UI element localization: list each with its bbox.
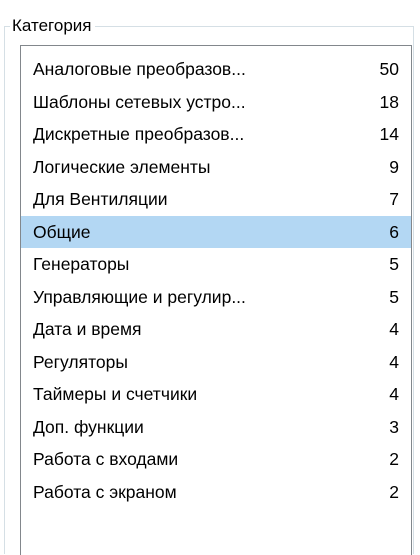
list-item-name: Шаблоны сетевых устро... bbox=[33, 91, 246, 112]
list-item-name: Логические элементы bbox=[33, 156, 211, 177]
list-item-count: 6 bbox=[389, 221, 399, 242]
list-item-input-handling[interactable]: Работа с входами 2 bbox=[21, 443, 411, 476]
list-item-count: 7 bbox=[389, 189, 399, 209]
list-item-name: Таймеры и счетчики bbox=[33, 384, 198, 404]
list-item-count: 9 bbox=[389, 156, 399, 177]
category-list: Аналоговые преобразов... 50 Шаблоны сете… bbox=[21, 53, 411, 508]
list-item-logic-elements[interactable]: Логические элементы 9 bbox=[21, 151, 411, 184]
list-item-name: Регуляторы bbox=[33, 351, 128, 372]
list-item-name: Для Вентиляции bbox=[33, 189, 168, 209]
list-item-generators[interactable]: Генераторы 5 bbox=[21, 248, 411, 281]
list-item-name: Работа с экраном bbox=[33, 481, 177, 502]
list-item-count: 50 bbox=[379, 59, 399, 79]
list-item-count: 5 bbox=[389, 254, 399, 274]
list-item-count: 4 bbox=[389, 319, 399, 339]
list-item-count: 2 bbox=[389, 449, 399, 469]
list-item-timers-and-counters[interactable]: Таймеры и счетчики 4 bbox=[21, 378, 411, 411]
list-item-count: 18 bbox=[379, 91, 399, 112]
list-item-count: 2 bbox=[389, 481, 399, 502]
list-item-name: Управляющие и регулир... bbox=[33, 286, 246, 307]
list-item-count: 14 bbox=[379, 124, 399, 144]
list-item-count: 3 bbox=[389, 416, 399, 437]
list-item-name: Аналоговые преобразов... bbox=[33, 59, 246, 79]
list-item-analog-converters[interactable]: Аналоговые преобразов... 50 bbox=[21, 53, 411, 86]
list-item-ventilation[interactable]: Для Вентиляции 7 bbox=[21, 183, 411, 216]
list-item-date-and-time[interactable]: Дата и время 4 bbox=[21, 313, 411, 346]
list-item-count: 4 bbox=[389, 384, 399, 404]
list-item-discrete-converters[interactable]: Дискретные преобразов... 14 bbox=[21, 118, 411, 151]
list-item-name: Работа с входами bbox=[33, 449, 179, 469]
list-item-control-and-regulation[interactable]: Управляющие и регулир... 5 bbox=[21, 281, 411, 314]
list-item-name: Генераторы bbox=[33, 254, 130, 274]
list-item-name: Дата и время bbox=[33, 319, 142, 339]
category-listbox[interactable]: Аналоговые преобразов... 50 Шаблоны сете… bbox=[20, 45, 412, 555]
list-item-name: Дискретные преобразов... bbox=[33, 124, 245, 144]
category-groupbox-title: Категория bbox=[10, 15, 96, 37]
list-item-regulators[interactable]: Регуляторы 4 bbox=[21, 346, 411, 379]
list-item-name: Доп. функции bbox=[33, 416, 144, 437]
list-item-count: 4 bbox=[389, 351, 399, 372]
list-item-name: Общие bbox=[33, 221, 91, 242]
list-item-general-selected[interactable]: Общие 6 bbox=[21, 215, 411, 248]
list-item-extra-functions[interactable]: Доп. функции 3 bbox=[21, 411, 411, 444]
list-item-count: 5 bbox=[389, 286, 399, 307]
list-item-network-device-templates[interactable]: Шаблоны сетевых устро... 18 bbox=[21, 86, 411, 119]
list-item-screen-handling[interactable]: Работа с экраном 2 bbox=[21, 476, 411, 509]
